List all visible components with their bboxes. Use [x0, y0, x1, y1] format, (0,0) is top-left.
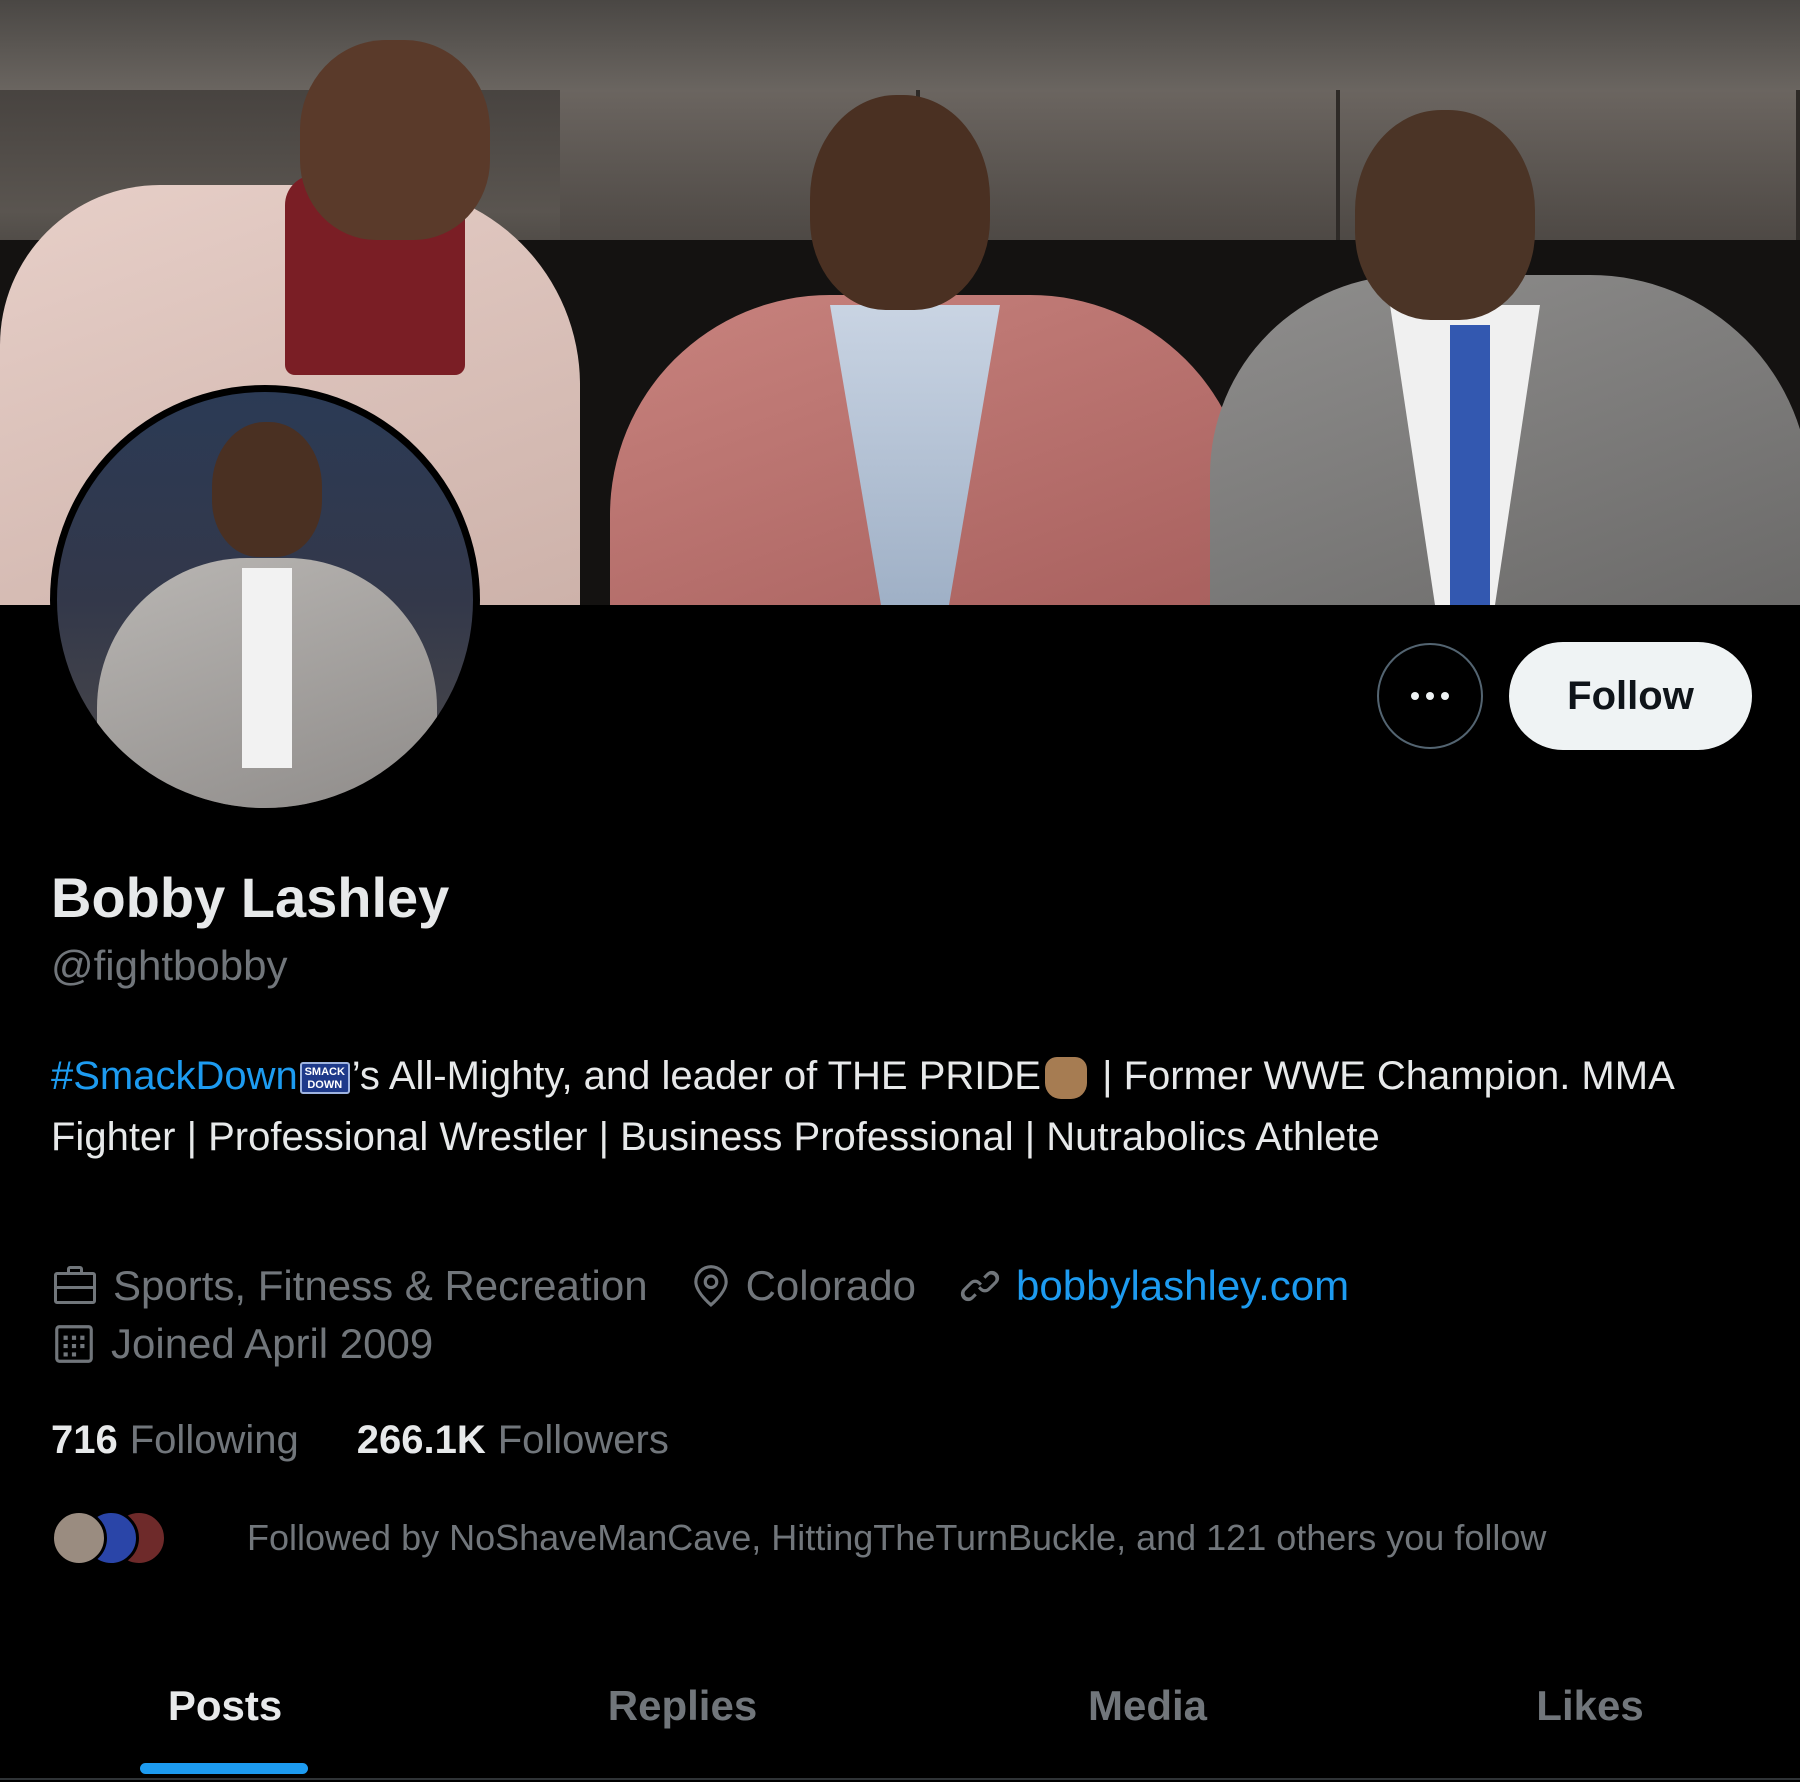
tab-replies[interactable]: Replies — [450, 1630, 915, 1782]
tab-posts[interactable]: Posts — [0, 1630, 450, 1782]
profile-tabs: Posts Replies Media Likes — [0, 1630, 1800, 1782]
avatar-shirt — [242, 568, 292, 768]
smackdown-badge-text: SMACK DOWN — [304, 1066, 345, 1092]
profile-meta: Sports, Fitness & Recreation Colorado bo… — [51, 1262, 1391, 1310]
profile-stats: 716 Following 266.1K Followers — [51, 1418, 727, 1463]
followers-link[interactable]: 266.1K Followers — [357, 1418, 669, 1463]
raised-fist-icon — [1044, 1057, 1087, 1100]
smackdown-icon: SMACK DOWN — [299, 1062, 350, 1095]
follow-button[interactable]: Follow — [1509, 642, 1752, 750]
more-icon — [1411, 692, 1449, 700]
followers-count: 266.1K — [356, 1418, 486, 1462]
profile-bio: #SmackDown SMACK DOWN’s All-Mighty, and l… — [51, 1046, 1701, 1168]
followed-by[interactable]: Followed by NoShaveManCave, HittingTheTu… — [51, 1508, 1546, 1568]
following-link[interactable]: 716 Following — [51, 1418, 299, 1463]
briefcase-icon — [54, 1266, 96, 1304]
active-tab-indicator — [140, 1763, 308, 1774]
profile-avatar[interactable] — [50, 385, 480, 815]
tab-likes[interactable]: Likes — [1380, 1630, 1800, 1782]
followed-by-text: Followed by NoShaveManCave, HittingTheTu… — [247, 1517, 1547, 1558]
banner-ceiling — [0, 0, 1800, 90]
profile-location: Colorado — [690, 1262, 916, 1310]
follower-avatar — [51, 1510, 107, 1566]
profile-joined: Joined April 2009 — [51, 1320, 433, 1368]
banner-head-center — [810, 95, 990, 310]
calendar-icon — [55, 1325, 93, 1363]
tab-media[interactable]: Media — [915, 1630, 1380, 1782]
avatar-image — [57, 392, 473, 808]
followers-label: Followers — [497, 1418, 669, 1462]
category-text: Sports, Fitness & Recreation — [113, 1262, 648, 1309]
profile-category: Sports, Fitness & Recreation — [51, 1262, 648, 1310]
bio-hashtag-link[interactable]: #SmackDown — [51, 1054, 298, 1098]
banner-head-right — [1355, 110, 1535, 320]
following-count: 716 — [51, 1418, 118, 1462]
profile-website[interactable]: bobbylashley.com — [958, 1262, 1349, 1310]
more-options-button[interactable] — [1377, 643, 1483, 749]
website-link[interactable]: bobbylashley.com — [1016, 1262, 1349, 1310]
joined-text: Joined April 2009 — [111, 1320, 434, 1367]
profile-name: Bobby Lashley — [51, 866, 450, 929]
profile-handle: @fightbobby — [51, 942, 288, 989]
banner-tie-right — [1450, 325, 1490, 605]
bio-text-part1: ’s All-Mighty, and leader of THE PRIDE — [351, 1054, 1041, 1098]
following-label: Following — [129, 1418, 299, 1462]
location-pin-icon — [693, 1265, 728, 1307]
banner-head-left — [300, 40, 490, 240]
avatar-head — [212, 422, 322, 557]
followed-by-avatars — [51, 1510, 167, 1566]
divider — [0, 1778, 1800, 1780]
location-text: Colorado — [745, 1262, 917, 1309]
link-icon — [960, 1270, 1000, 1302]
